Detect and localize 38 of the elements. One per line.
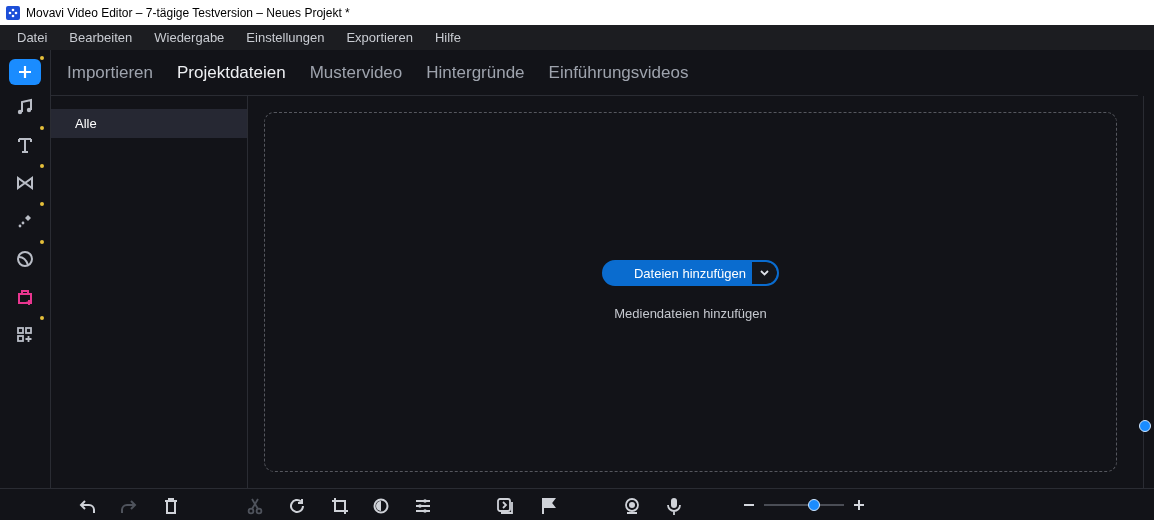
zoom-in-icon[interactable] <box>852 497 866 512</box>
crop-button[interactable] <box>329 495 351 517</box>
webcam-icon <box>622 496 642 516</box>
tab[interactable]: Projektdateien <box>177 59 286 86</box>
dropdown-button[interactable] <box>752 262 777 285</box>
menu-item[interactable]: Einstellungen <box>235 27 336 48</box>
crop-icon <box>330 496 350 516</box>
category-item[interactable]: Alle <box>51 109 247 138</box>
microphone-icon <box>664 496 684 516</box>
picture-in-picture-icon <box>495 496 515 516</box>
text-icon <box>15 135 35 155</box>
store-bag-icon <box>15 287 35 307</box>
music-note-icon <box>15 97 35 117</box>
tab[interactable]: Importieren <box>67 59 153 86</box>
contrast-icon <box>371 496 391 516</box>
menu-item[interactable]: Wiedergabe <box>143 27 236 48</box>
drop-zone[interactable]: Dateien hinzufügen Mediendateien hinzufügen <box>264 112 1117 472</box>
chevron-down-icon <box>760 270 769 277</box>
menu-item[interactable]: Bearbeiten <box>58 27 144 48</box>
sticker-icon <box>15 249 35 269</box>
menu-item[interactable]: Hilfe <box>423 27 472 48</box>
tab[interactable]: Hintergründe <box>426 59 525 86</box>
scissors-icon <box>245 496 265 516</box>
app-logo-icon <box>6 5 20 20</box>
zoom-slider[interactable] <box>764 498 844 511</box>
tab[interactable]: Einführungsvideos <box>548 59 689 86</box>
menu-item[interactable]: Exportieren <box>335 27 424 48</box>
rotate-icon <box>287 496 307 516</box>
menu-item[interactable]: Datei <box>6 27 59 48</box>
resize-handle[interactable] <box>1139 420 1151 432</box>
tab[interactable]: Mustervideo <box>309 59 403 86</box>
transition-icon <box>15 173 35 193</box>
window-title: Movavi Video Editor – 7-tägige Testversion – Neues Projekt * <box>26 4 350 22</box>
more-tools-icon <box>15 325 35 345</box>
sidebar-tool-button[interactable] <box>9 59 41 85</box>
picture-in-picture-button[interactable] <box>494 495 516 517</box>
sliders-icon <box>413 496 433 516</box>
hint-text: Mediendateien hinzufügen <box>614 305 767 324</box>
